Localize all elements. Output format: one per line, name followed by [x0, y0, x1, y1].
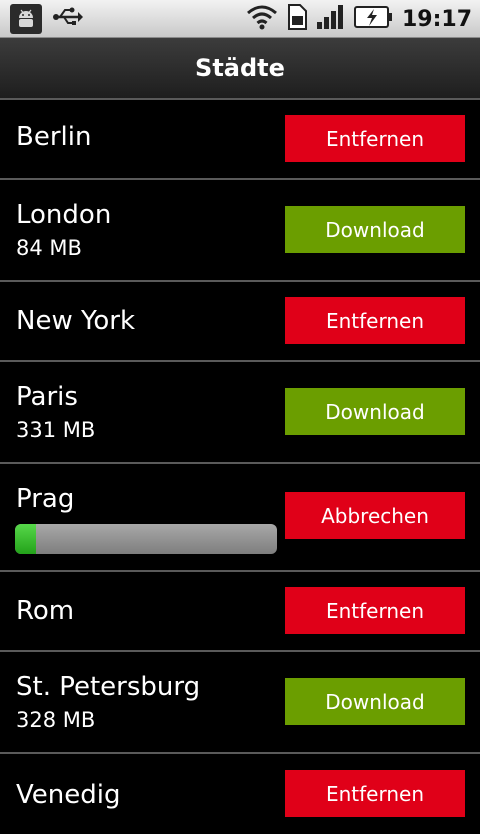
city-name: Rom [16, 596, 75, 626]
city-name: Venedig [16, 780, 121, 810]
cancel-button[interactable]: Abbrechen [285, 492, 465, 539]
download-size: 331 MB [16, 418, 96, 442]
signal-icon [316, 4, 346, 34]
download-size: 84 MB [16, 236, 82, 260]
download-progress-fill [15, 524, 36, 554]
android-debug-icon [10, 4, 42, 34]
download-size: 328 MB [16, 708, 96, 732]
remove-button[interactable]: Entfernen [285, 115, 465, 162]
status-clock: 19:17 [401, 6, 472, 32]
wifi-icon [246, 4, 278, 34]
list-item: St. Petersburg 328 MB Download [0, 652, 480, 754]
list-item: Venedig Entfernen [0, 754, 480, 834]
usb-icon [52, 6, 84, 32]
remove-button[interactable]: Entfernen [285, 587, 465, 634]
remove-button[interactable]: Entfernen [285, 770, 465, 817]
city-name: St. Petersburg [16, 672, 201, 702]
list-item: New York Entfernen [0, 282, 480, 362]
city-name: Prag [16, 484, 75, 514]
city-name: Paris [16, 382, 78, 412]
city-name: London [16, 200, 112, 230]
battery-charging-icon [353, 5, 394, 33]
download-button[interactable]: Download [285, 206, 465, 253]
list-item: Berlin Entfernen [0, 100, 480, 180]
status-bar: 19:17 [0, 0, 480, 38]
list-item: Prag Abbrechen [0, 464, 480, 572]
list-item: London 84 MB Download [0, 180, 480, 282]
download-progress-bar [15, 524, 277, 554]
remove-button[interactable]: Entfernen [285, 297, 465, 344]
page-title: Städte [195, 54, 285, 82]
download-button[interactable]: Download [285, 678, 465, 725]
city-name: New York [16, 306, 136, 336]
city-name: Berlin [16, 122, 92, 152]
download-button[interactable]: Download [285, 388, 465, 435]
sim-icon [286, 4, 308, 34]
list-item: Paris 331 MB Download [0, 362, 480, 464]
title-bar: Städte [0, 38, 480, 100]
city-list[interactable]: Berlin Entfernen London 84 MB Download N… [0, 100, 480, 834]
list-item: Rom Entfernen [0, 572, 480, 652]
